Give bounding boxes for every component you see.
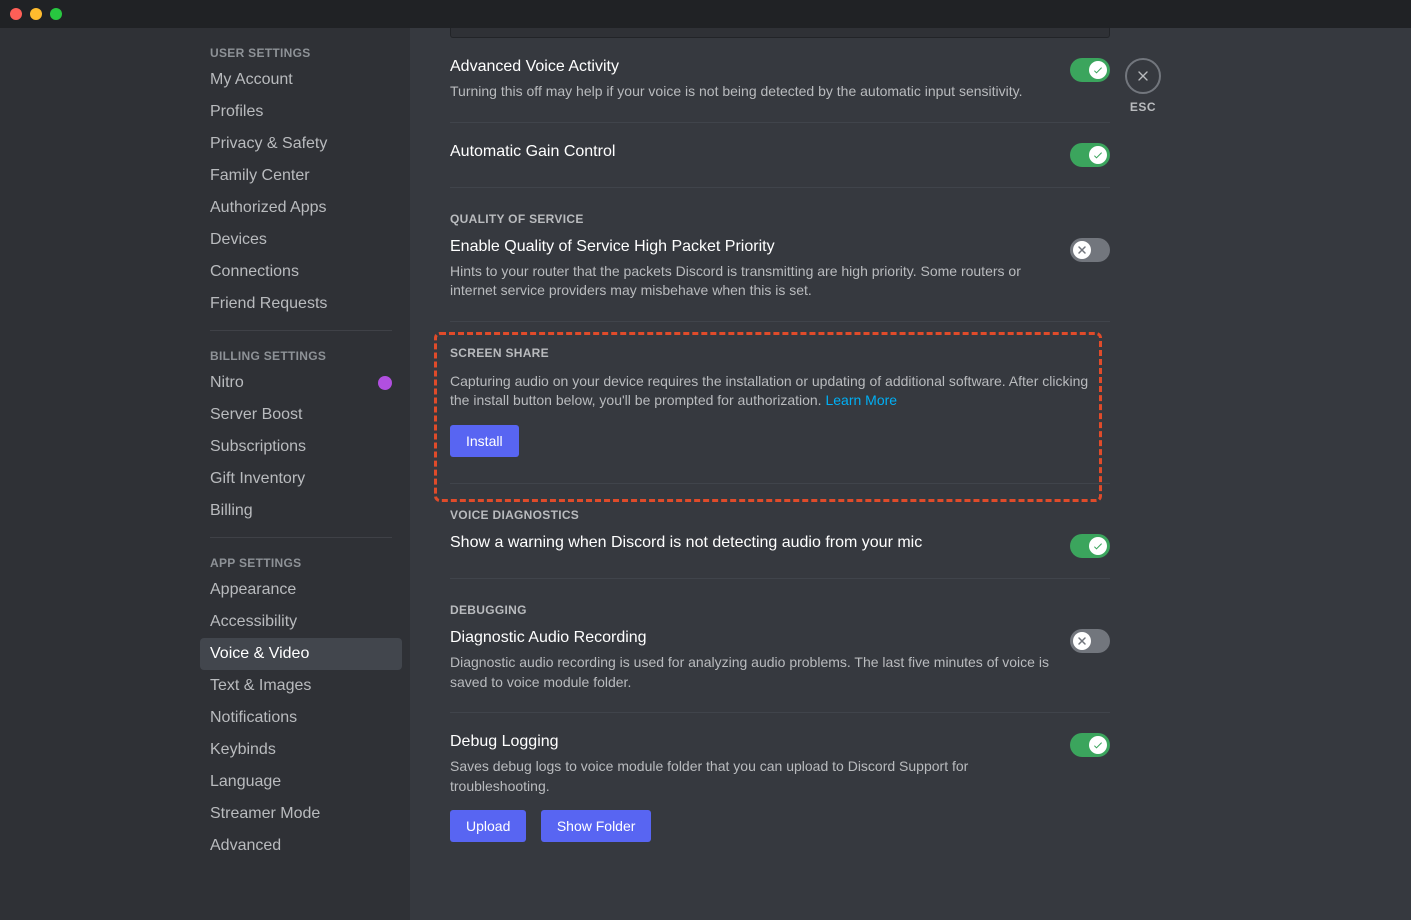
- qos-toggle[interactable]: [1070, 238, 1110, 262]
- check-icon: [1092, 64, 1104, 76]
- sidebar-item-server-boost[interactable]: Server Boost: [200, 399, 402, 431]
- sidebar-item-language[interactable]: Language: [200, 766, 402, 798]
- window-close-button[interactable]: [10, 8, 22, 20]
- sidebar-item-label: Devices: [210, 231, 267, 249]
- learn-more-link[interactable]: Learn More: [825, 392, 897, 408]
- close-icon: [1135, 68, 1151, 84]
- sidebar-item-label: Profiles: [210, 103, 263, 121]
- debug-logging-desc: Saves debug logs to voice module folder …: [450, 757, 1050, 796]
- qos-title: Enable Quality of Service High Packet Pr…: [450, 238, 1050, 256]
- sidebar-item-voice-video[interactable]: Voice & Video: [200, 638, 402, 670]
- upload-button[interactable]: Upload: [450, 810, 526, 842]
- sidebar-item-gift-inventory[interactable]: Gift Inventory: [200, 463, 402, 495]
- sidebar-item-label: Gift Inventory: [210, 470, 305, 488]
- sidebar-item-label: Language: [210, 773, 281, 791]
- screen-share-desc: Capturing audio on your device requires …: [450, 372, 1110, 411]
- sidebar-item-label: Family Center: [210, 167, 310, 185]
- check-icon: [1092, 739, 1104, 751]
- x-icon: [1076, 635, 1088, 647]
- sidebar-section-header: APP SETTINGS: [200, 548, 402, 574]
- sidebar-item-label: My Account: [210, 71, 293, 89]
- advanced-voice-activity-toggle[interactable]: [1070, 58, 1110, 82]
- sidebar-item-label: Appearance: [210, 581, 296, 599]
- sidebar-item-advanced[interactable]: Advanced: [200, 830, 402, 862]
- sidebar-item-my-account[interactable]: My Account: [200, 64, 402, 96]
- sidebar-item-label: Notifications: [210, 709, 297, 727]
- settings-sidebar: USER SETTINGS My Account Profiles Privacy &…: [0, 28, 410, 920]
- sidebar-divider: [210, 330, 392, 331]
- x-icon: [1076, 244, 1088, 256]
- sidebar-item-label: Advanced: [210, 837, 281, 855]
- sidebar-item-label: Text & Images: [210, 677, 311, 695]
- sidebar-item-billing[interactable]: Billing: [200, 495, 402, 527]
- settings-content: Advanced Voice Activity Turning this off…: [410, 28, 1411, 920]
- debug-logging-toggle[interactable]: [1070, 733, 1110, 757]
- sidebar-item-label: Privacy & Safety: [210, 135, 327, 153]
- sidebar-item-privacy-safety[interactable]: Privacy & Safety: [200, 128, 402, 160]
- check-icon: [1092, 149, 1104, 161]
- sidebar-item-keybinds[interactable]: Keybinds: [200, 734, 402, 766]
- screen-share-heading: SCREEN SHARE: [450, 346, 1110, 360]
- show-folder-button[interactable]: Show Folder: [541, 810, 652, 842]
- esc-label: ESC: [1130, 100, 1156, 114]
- debugging-heading: DEBUGGING: [450, 603, 1110, 617]
- window-titlebar: [0, 0, 1411, 28]
- sidebar-item-notifications[interactable]: Notifications: [200, 702, 402, 734]
- sidebar-item-label: Accessibility: [210, 613, 297, 631]
- install-button[interactable]: Install: [450, 425, 519, 457]
- window-maximize-button[interactable]: [50, 8, 62, 20]
- sidebar-item-authorized-apps[interactable]: Authorized Apps: [200, 192, 402, 224]
- qos-heading: QUALITY OF SERVICE: [450, 212, 1110, 226]
- close-settings-button[interactable]: [1125, 58, 1161, 94]
- sidebar-item-subscriptions[interactable]: Subscriptions: [200, 431, 402, 463]
- diagnostic-audio-recording-title: Diagnostic Audio Recording: [450, 629, 1050, 647]
- sidebar-item-accessibility[interactable]: Accessibility: [200, 606, 402, 638]
- sidebar-item-label: Connections: [210, 263, 299, 281]
- automatic-gain-control-toggle[interactable]: [1070, 143, 1110, 167]
- sidebar-item-label: Streamer Mode: [210, 805, 320, 823]
- debug-logging-title: Debug Logging: [450, 733, 1050, 751]
- sidebar-divider: [210, 537, 392, 538]
- sidebar-item-label: Subscriptions: [210, 438, 306, 456]
- sidebar-item-profiles[interactable]: Profiles: [200, 96, 402, 128]
- sidebar-item-family-center[interactable]: Family Center: [200, 160, 402, 192]
- sidebar-section-header: USER SETTINGS: [200, 38, 402, 64]
- previous-setting-box-edge: [450, 28, 1110, 38]
- diagnostic-audio-recording-desc: Diagnostic audio recording is used for a…: [450, 653, 1050, 692]
- sidebar-item-nitro[interactable]: Nitro: [200, 367, 402, 399]
- voice-diagnostics-title: Show a warning when Discord is not detec…: [450, 534, 1050, 552]
- advanced-voice-activity-desc: Turning this off may help if your voice …: [450, 82, 1050, 102]
- advanced-voice-activity-title: Advanced Voice Activity: [450, 58, 1050, 76]
- close-esc-container: ESC: [1125, 58, 1161, 114]
- voice-diagnostics-toggle[interactable]: [1070, 534, 1110, 558]
- diagnostic-audio-recording-toggle[interactable]: [1070, 629, 1110, 653]
- sidebar-item-label: Authorized Apps: [210, 199, 327, 217]
- nitro-badge-icon: [378, 376, 392, 390]
- sidebar-item-appearance[interactable]: Appearance: [200, 574, 402, 606]
- sidebar-item-devices[interactable]: Devices: [200, 224, 402, 256]
- voice-diagnostics-heading: VOICE DIAGNOSTICS: [450, 508, 1110, 522]
- check-icon: [1092, 540, 1104, 552]
- sidebar-item-friend-requests[interactable]: Friend Requests: [200, 288, 402, 320]
- sidebar-item-label: Nitro: [210, 374, 244, 392]
- sidebar-item-label: Billing: [210, 502, 253, 520]
- sidebar-item-text-images[interactable]: Text & Images: [200, 670, 402, 702]
- window-minimize-button[interactable]: [30, 8, 42, 20]
- automatic-gain-control-title: Automatic Gain Control: [450, 143, 615, 161]
- sidebar-item-label: Keybinds: [210, 741, 276, 759]
- sidebar-item-streamer-mode[interactable]: Streamer Mode: [200, 798, 402, 830]
- qos-desc: Hints to your router that the packets Di…: [450, 262, 1050, 301]
- sidebar-item-label: Voice & Video: [210, 645, 309, 663]
- sidebar-item-connections[interactable]: Connections: [200, 256, 402, 288]
- sidebar-item-label: Server Boost: [210, 406, 302, 424]
- sidebar-section-header: BILLING SETTINGS: [200, 341, 402, 367]
- sidebar-item-label: Friend Requests: [210, 295, 327, 313]
